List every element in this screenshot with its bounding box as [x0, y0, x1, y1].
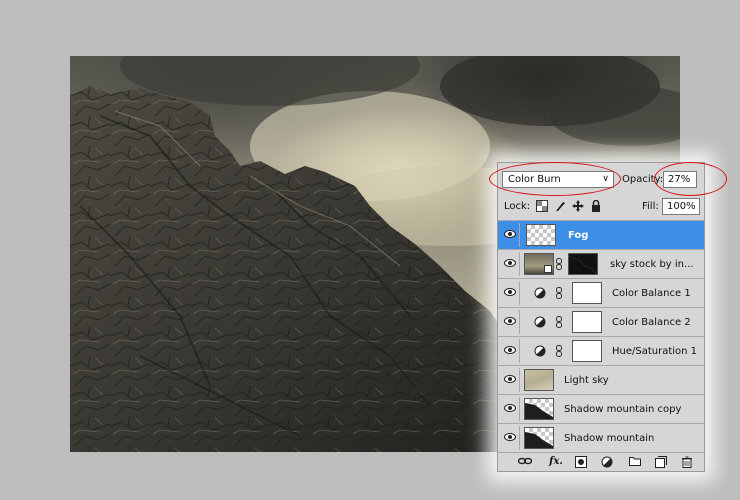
annotation-circle-opacity	[654, 162, 727, 196]
visibility-eye-icon[interactable]	[500, 310, 520, 334]
add-layer-mask-icon[interactable]	[574, 456, 588, 468]
layer-thumbnail	[524, 427, 554, 449]
lock-all-icon[interactable]	[590, 199, 602, 212]
visibility-eye-icon[interactable]	[500, 368, 520, 392]
layer-row-shadow-mountain[interactable]: Shadow mountain	[498, 423, 704, 452]
link-chain-icon[interactable]	[556, 345, 562, 360]
link-chain-icon[interactable]	[556, 287, 562, 302]
layer-row-hue-saturation-1[interactable]: Hue/Saturation 1	[498, 336, 704, 365]
annotation-circle-blend-mode	[489, 162, 621, 196]
smart-object-icon	[544, 265, 552, 273]
layers-panel: Color Burn ∨ Opacity: 27% Lock: Fill: 10…	[497, 162, 705, 472]
layer-name: Light sky	[564, 375, 609, 386]
new-layer-icon[interactable]	[654, 456, 668, 468]
lock-transparent-pixels-icon[interactable]	[536, 200, 548, 212]
layer-name: Fog	[568, 230, 589, 241]
layer-mask-thumbnail[interactable]	[572, 311, 602, 333]
layer-name: Hue/Saturation 1	[612, 346, 698, 357]
link-chain-icon[interactable]	[556, 316, 562, 331]
fill-field[interactable]: 100%	[662, 198, 700, 215]
layer-name: Shadow mountain copy	[564, 404, 682, 415]
lock-label: Lock:	[504, 201, 531, 212]
layer-mask-thumbnail[interactable]	[572, 282, 602, 304]
visibility-eye-icon[interactable]	[500, 252, 520, 276]
adjustment-layer-icon	[534, 316, 546, 331]
adjustment-layer-icon	[534, 287, 546, 302]
layer-mask-thumbnail[interactable]	[568, 253, 598, 275]
visibility-eye-icon[interactable]	[500, 397, 520, 421]
layer-name: Color Balance 1	[612, 288, 691, 299]
layer-name: Shadow mountain	[564, 433, 655, 444]
lock-fill-row: Lock: Fill: 100%	[498, 197, 704, 219]
visibility-eye-icon[interactable]	[500, 281, 520, 305]
link-chain-icon[interactable]	[556, 258, 562, 273]
lock-image-pixels-icon[interactable]	[554, 200, 566, 212]
layer-thumbnail	[524, 253, 554, 275]
visibility-eye-icon[interactable]	[500, 339, 520, 363]
visibility-eye-icon[interactable]	[500, 223, 520, 247]
new-group-folder-icon[interactable]	[628, 456, 642, 468]
layer-name: sky stock by in...	[610, 259, 694, 270]
adjustment-layer-icon	[534, 345, 546, 360]
layer-row-shadow-mountain-copy[interactable]: Shadow mountain copy	[498, 394, 704, 423]
visibility-eye-icon[interactable]	[500, 426, 520, 450]
fx-layer-style-icon[interactable]: fx.	[546, 456, 566, 468]
layer-row-color-balance-1[interactable]: Color Balance 1	[498, 278, 704, 307]
new-adjustment-layer-icon[interactable]	[600, 456, 614, 468]
trash-icon[interactable]	[680, 456, 694, 468]
layer-row-color-balance-2[interactable]: Color Balance 2	[498, 307, 704, 336]
fill-label: Fill:	[642, 201, 659, 212]
lock-position-icon[interactable]	[572, 200, 584, 212]
layer-row-light-sky[interactable]: Light sky	[498, 365, 704, 394]
layer-thumbnail	[526, 224, 556, 246]
layer-thumbnail	[524, 398, 554, 420]
link-layers-icon[interactable]	[517, 456, 533, 468]
layer-thumbnail	[524, 369, 554, 391]
layers-panel-footer: fx.	[498, 452, 704, 471]
layer-mask-thumbnail[interactable]	[572, 340, 602, 362]
layer-name: Color Balance 2	[612, 317, 691, 328]
layer-row-sky-stock[interactable]: sky stock by in...	[498, 249, 704, 278]
layer-row-fog[interactable]: Fog	[498, 220, 704, 249]
